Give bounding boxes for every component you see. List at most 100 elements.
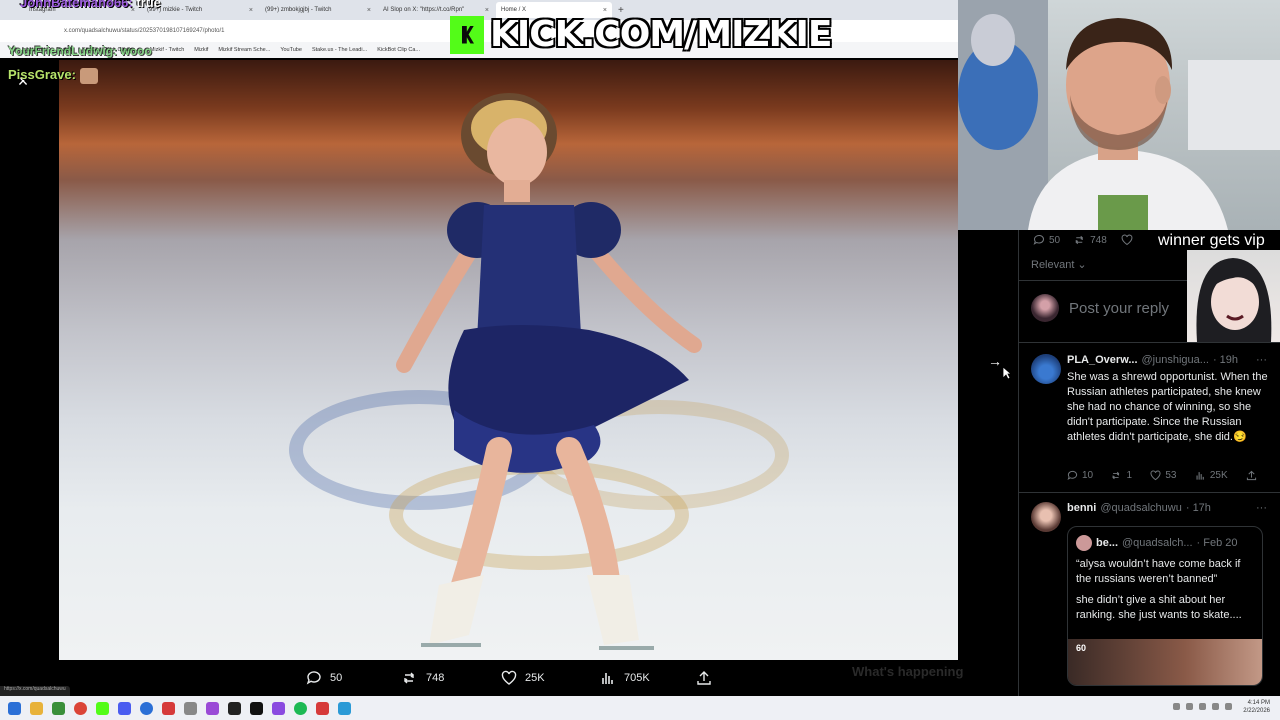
chevron-down-icon: ⌄ (1077, 259, 1087, 271)
tweet-text: She was a shrewd opportunist. When the R… (1067, 371, 1268, 443)
more-icon[interactable]: ··· (1256, 502, 1267, 514)
reply-icon (1067, 470, 1078, 480)
app-icon[interactable] (250, 701, 263, 715)
reply-icon (306, 671, 321, 685)
clock[interactable]: 4:14 PM 2/22/2026 (1243, 699, 1270, 715)
chrome-icon[interactable] (74, 701, 87, 715)
tweet-time[interactable]: · 17h (1186, 502, 1211, 514)
vip-overlay-text: winner gets vip (1158, 232, 1265, 249)
quoted-tweet[interactable]: be... @quadsalch... · Feb 20 “alysa woul… (1067, 526, 1263, 686)
screen: Instagram × (99+) mizkie - Twitch × (99+) … (0, 0, 1280, 720)
streamer-webcam (958, 0, 1280, 230)
system-tray (1173, 703, 1232, 710)
like-button[interactable]: 53 (1150, 470, 1177, 481)
reply-button[interactable]: 10 (1067, 470, 1093, 481)
share-button[interactable] (696, 670, 712, 686)
author-name[interactable]: benni (1067, 502, 1096, 514)
chat-message: JohnBatemano66: true (20, 0, 161, 10)
tray-icon[interactable] (1173, 703, 1180, 710)
reply-tweet[interactable]: PLA_Overw... @junshigua... · 19h ··· She… (1031, 354, 1275, 494)
sort-dropdown[interactable]: Relevant ⌄ (1031, 258, 1087, 272)
tray-icon[interactable] (1225, 703, 1232, 710)
app-icon[interactable] (338, 701, 351, 715)
bookmark-item[interactable]: Mizkif (194, 47, 208, 53)
tweet-header: PLA_Overw... @junshigua... · 19h ··· (1067, 354, 1267, 366)
close-icon[interactable]: × (485, 7, 489, 14)
app-icon[interactable] (316, 701, 329, 715)
avatar-illustration (1196, 258, 1272, 342)
repost-icon (404, 672, 414, 684)
app-icon[interactable] (272, 701, 285, 715)
bookmark-item[interactable]: Mizkif Stream Sche... (218, 47, 270, 53)
spotify-icon[interactable] (294, 701, 307, 715)
like-count: 25K (525, 672, 545, 684)
author-handle[interactable]: @junshigua... (1142, 354, 1209, 366)
heart-icon (1150, 470, 1161, 481)
avatar[interactable] (1031, 354, 1061, 384)
status-url: https://x.com/quadsalchuwu (0, 686, 70, 696)
figure-skater-illustration (396, 93, 702, 650)
app-icon[interactable] (52, 701, 65, 715)
close-icon[interactable]: × (367, 7, 371, 14)
tray-icon[interactable] (1186, 703, 1193, 710)
tab-label: (99+) zmbokjgjbj - Twitch (265, 7, 332, 13)
bookmark-item[interactable]: KickBot Clip Ca... (377, 47, 420, 53)
clock-time: 4:14 PM (1247, 700, 1270, 706)
views-button[interactable]: 705K (600, 670, 650, 686)
app-icon[interactable] (162, 701, 175, 715)
reply-composer[interactable]: Post your reply (1031, 294, 1169, 322)
tab-twitch-other[interactable]: (99+) zmbokjgjbj - Twitch × (260, 2, 376, 18)
tweet-time[interactable]: · 19h (1213, 354, 1238, 366)
reply-icon (1033, 234, 1044, 245)
repost-stat[interactable]: 748 (1074, 234, 1107, 246)
author-name[interactable]: PLA_Overw... (1067, 354, 1138, 366)
repost-icon (1075, 235, 1084, 245)
quoted-video-thumbnail[interactable]: 60 (1068, 639, 1262, 685)
reply-stat[interactable]: 50 (1033, 234, 1060, 246)
reply-count: 50 (1049, 234, 1061, 246)
reply-button[interactable]: 50 (306, 670, 342, 686)
close-icon[interactable]: × (603, 7, 607, 14)
repost-button[interactable]: 1 (1111, 470, 1132, 481)
like-stat[interactable] (1121, 234, 1133, 246)
chat-message: YourFriendLudwig: wooo (8, 44, 152, 58)
reply-input-placeholder[interactable]: Post your reply (1069, 300, 1169, 317)
divider (1019, 342, 1280, 343)
file-explorer-icon[interactable] (30, 701, 43, 715)
tweet-photo[interactable] (59, 60, 958, 660)
kick-logo-icon (450, 15, 484, 54)
webcam-scene (958, 0, 1280, 230)
app-icon[interactable] (206, 701, 219, 715)
windows-start-icon[interactable] (8, 701, 21, 715)
view-count: 705K (624, 672, 650, 684)
repost-icon (1112, 471, 1120, 480)
emote-icon (79, 67, 98, 84)
tweet-metrics: 10 1 53 25K (1067, 470, 1257, 481)
quoted-tweet-header: be... @quadsalch... · Feb 20 (1076, 535, 1254, 551)
reply-tweet[interactable]: benni @quadsalchuwu · 17h ··· be... @qua… (1031, 502, 1275, 696)
video-badge: 60 (1076, 643, 1087, 653)
kick-icon[interactable] (96, 701, 109, 715)
vip-avatar-image (1187, 250, 1280, 342)
share-button[interactable] (1246, 470, 1257, 481)
bookmark-item[interactable]: YouTube (280, 47, 302, 53)
bookmark-item[interactable]: Stake.us - The Leadi... (312, 47, 367, 53)
tray-icon[interactable] (1199, 703, 1206, 710)
discord-icon[interactable] (118, 701, 131, 715)
app-icon[interactable] (140, 701, 153, 715)
obs-icon[interactable] (228, 701, 241, 715)
like-button[interactable]: 25K (501, 670, 545, 686)
tray-icon[interactable] (1212, 703, 1219, 710)
close-icon[interactable]: × (249, 7, 253, 14)
heart-icon (501, 670, 517, 685)
avatar[interactable] (1031, 502, 1061, 532)
more-icon[interactable]: ··· (1256, 354, 1267, 366)
chat-text: wooo (120, 44, 152, 58)
repost-button[interactable]: 748 (402, 670, 444, 686)
url-text: x.com/quadsalchuwu/status/20253701981071… (64, 28, 225, 34)
author-handle[interactable]: @quadsalchuwu (1100, 502, 1182, 514)
app-icon[interactable] (184, 701, 197, 715)
share-icon (1246, 470, 1257, 481)
views-button[interactable]: 25K (1195, 470, 1228, 481)
bookmark-item[interactable]: Mizkif - Twitch (150, 47, 184, 53)
